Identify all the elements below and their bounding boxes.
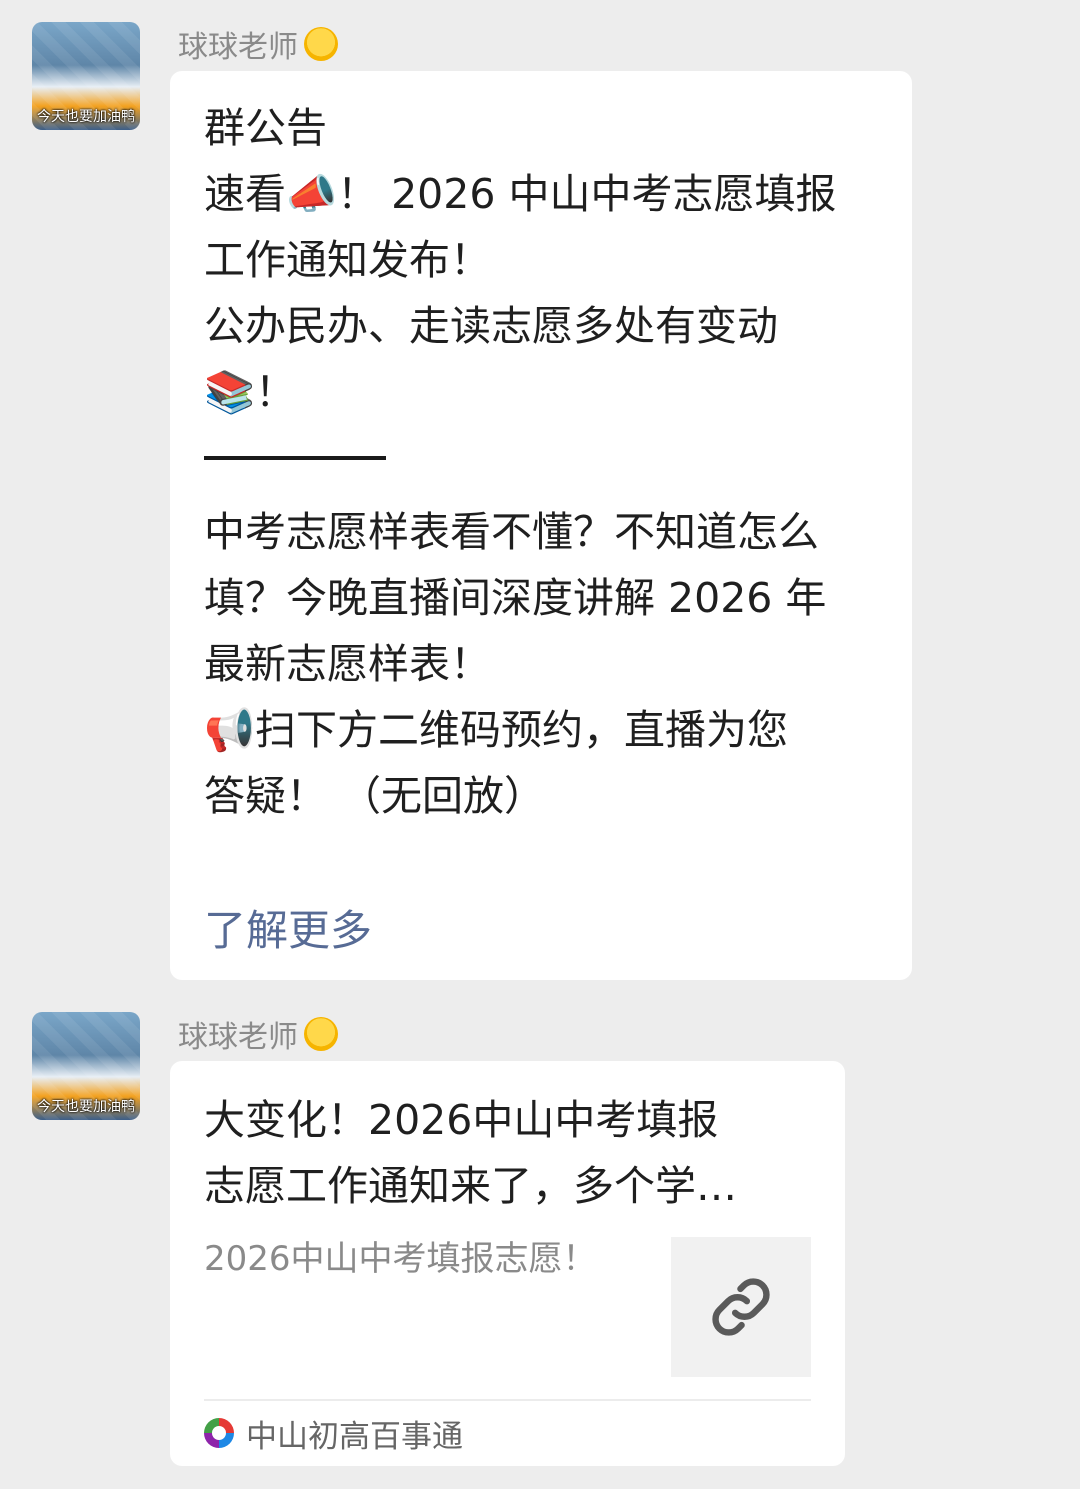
sender-name-row: 球球老师 [178, 22, 338, 66]
sun-emoji-icon [304, 27, 338, 61]
source-logo-icon [204, 1418, 234, 1448]
sun-emoji-icon [304, 1017, 338, 1051]
sender-name-row: 球球老师 [178, 1012, 338, 1056]
sender-avatar[interactable]: 今天也要加油鸭 [32, 1012, 140, 1120]
sender-avatar[interactable]: 今天也要加油鸭 [32, 22, 140, 130]
announcement-body-2: 中考志愿样表看不懂？不知道怎么 填？今晚直播间深度讲解 2026 年 最新志愿样… [204, 508, 827, 820]
sender-name: 球球老师 [178, 30, 298, 65]
link-card-source[interactable]: 中山初高百事通 [204, 1411, 463, 1455]
link-icon [712, 1278, 770, 1336]
link-card-description: 2026中山中考填报志愿！ [204, 1239, 597, 1279]
announcement-bubble[interactable]: 群公告 速看📣！ 2026 中山中考志愿填报 工作通知发布！ 公办民办、走读志愿… [170, 71, 912, 980]
avatar-caption: 今天也要加油鸭 [37, 109, 135, 125]
sender-name: 球球老师 [178, 1020, 298, 1055]
avatar-caption: 今天也要加油鸭 [37, 1099, 135, 1115]
link-card-separator [204, 1399, 811, 1401]
link-card-bubble[interactable]: 大变化！2026中山中考填报 志愿工作通知来了，多个学… 2026中山中考填报志… [170, 1061, 845, 1466]
link-card-source-name: 中山初高百事通 [246, 1418, 463, 1455]
link-card-title: 大变化！2026中山中考填报 志愿工作通知来了，多个学… [204, 1096, 737, 1210]
link-card-thumbnail [671, 1237, 811, 1377]
learn-more-link[interactable]: 了解更多 [204, 897, 372, 958]
announcement-body: 群公告 速看📣！ 2026 中山中考志愿填报 工作通知发布！ 公办民办、走读志愿… [204, 104, 837, 416]
announcement-divider [204, 456, 386, 460]
